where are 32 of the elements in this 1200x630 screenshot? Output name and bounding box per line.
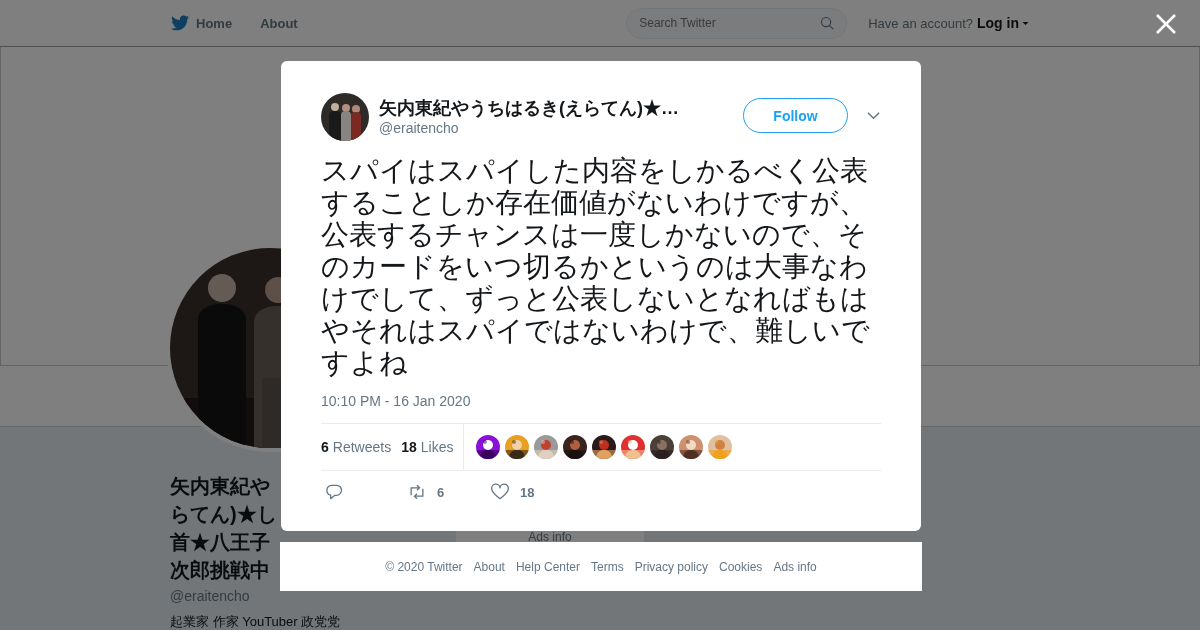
action-count: 18 xyxy=(520,484,535,500)
close-icon[interactable] xyxy=(1155,13,1177,35)
nav-link[interactable]: Home xyxy=(170,13,233,33)
footer-link[interactable]: Privacy policy xyxy=(634,559,708,574)
follow-button[interactable]: Follow xyxy=(743,98,848,133)
nav-link[interactable]: About xyxy=(260,15,298,31)
ads-info-link[interactable]: Ads info xyxy=(528,530,572,544)
profile-name: 次郎挑戦中 xyxy=(170,558,270,583)
stat-link[interactable]: 6 Retweets xyxy=(321,439,392,455)
tweet-timestamp: 10:10 PM - 16 Jan 2020 xyxy=(321,392,472,411)
bird-icon xyxy=(170,13,190,33)
footer-link[interactable]: Terms xyxy=(591,559,624,574)
reply-icon[interactable] xyxy=(324,482,344,502)
footer-link[interactable]: © 2020 Twitter xyxy=(385,559,463,574)
account-prompt: Have an account? xyxy=(868,15,973,31)
tweet-text: スパイはスパイした内容をしかるべく公表することしか存在価値がないわけですが、公表するチャンスは一度しかないので、そのカードをいつ切るかというのは大事なわけでして、ずっと公表しないとなればもはやそれはスパイではないわけで、難しいですよね xyxy=(321,155,871,379)
stat-link[interactable]: 18 Likes xyxy=(401,439,454,455)
footer-link[interactable]: About xyxy=(473,559,505,574)
profile-name: 矢内東紀や xyxy=(170,474,270,499)
footer-link[interactable]: Help Center xyxy=(515,559,580,574)
author-name: 矢内東紀やうちはるき(えらてん)★… xyxy=(379,97,680,119)
profile-handle: @eraitencho xyxy=(170,588,251,604)
author-handle: @eraitencho xyxy=(379,119,460,137)
profile-name: 首★八王子 xyxy=(170,530,270,555)
heart-icon[interactable] xyxy=(490,482,510,502)
search-field[interactable]: Search Twitter xyxy=(626,7,848,39)
login-link[interactable]: Log in xyxy=(977,15,1030,31)
profile-bio: 起業家 作家 YouTuber 政党党 xyxy=(170,614,341,629)
profile-name: らてん)★し xyxy=(170,502,277,527)
action-count: 6 xyxy=(437,484,445,500)
footer-link[interactable]: Ads info xyxy=(773,559,817,574)
footer-link[interactable]: Cookies xyxy=(719,559,763,574)
